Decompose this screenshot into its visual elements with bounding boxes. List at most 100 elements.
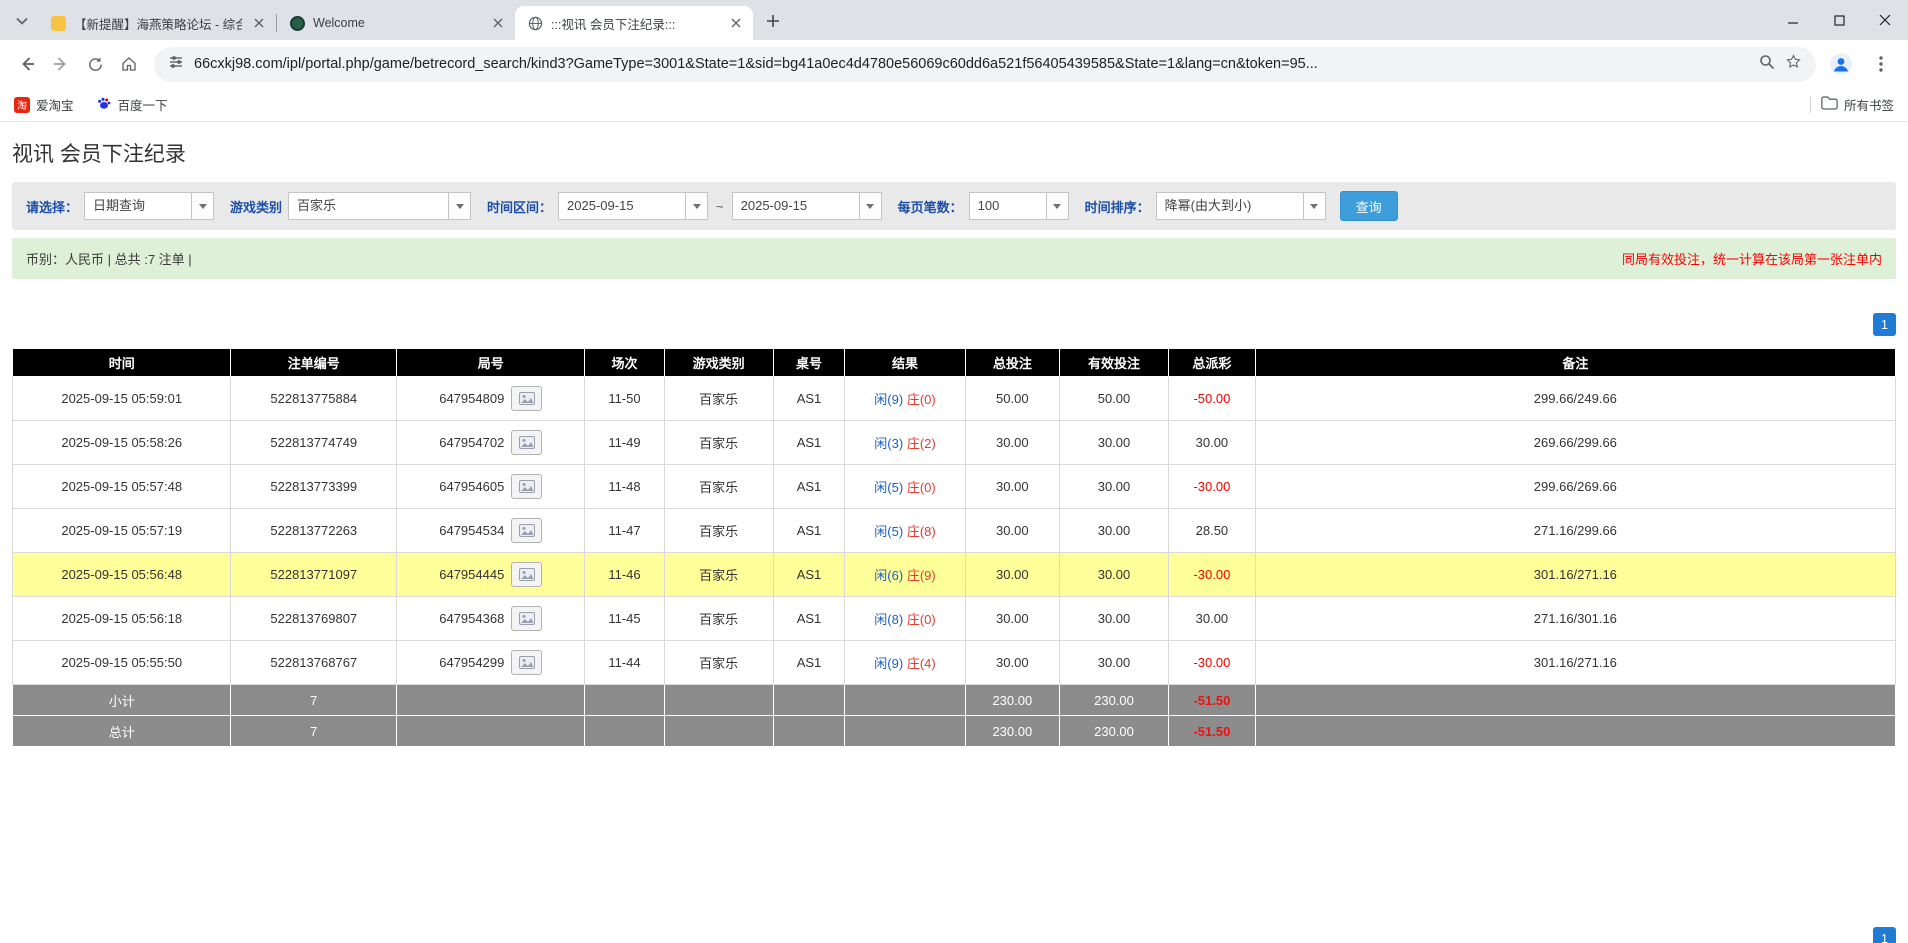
refresh-icon[interactable] (78, 47, 112, 81)
cell-game: 百家乐 (664, 421, 773, 465)
search-button[interactable]: 查询 (1340, 191, 1398, 221)
total-payout: -51.50 (1169, 716, 1256, 747)
combobox-value[interactable]: 日期查询 (85, 193, 191, 219)
minimize-icon[interactable] (1770, 0, 1816, 40)
forward-icon[interactable] (44, 47, 78, 81)
round-number: 647954299 (439, 655, 504, 670)
cell-note: 301.16/271.16 (1255, 641, 1895, 685)
bookmark-taobao[interactable]: 淘 爱淘宝 (14, 95, 74, 114)
per-page-label: 每页笔数： (898, 197, 963, 216)
tab-welcome[interactable]: Welcome (277, 6, 515, 40)
cell-valid-bet: 30.00 (1059, 509, 1168, 553)
page-1-button[interactable]: 1 (1873, 313, 1896, 336)
new-tab-icon[interactable] (759, 7, 787, 35)
close-tab-icon[interactable] (727, 14, 745, 32)
cell-note: 299.66/249.66 (1255, 377, 1895, 421)
cell-table: AS1 (773, 465, 845, 509)
table-row: 2025-09-15 05:56:18 522813769807 6479543… (13, 597, 1896, 641)
maximize-icon[interactable] (1816, 0, 1862, 40)
tab-forum[interactable]: 【新提醒】海燕策略论坛 - 综合 (38, 6, 276, 40)
query-type-combobox[interactable]: 日期查询 (84, 192, 214, 220)
combobox-value[interactable]: 2025-09-15 (733, 193, 859, 219)
chevron-down-icon[interactable] (859, 193, 881, 219)
cell-table: AS1 (773, 377, 845, 421)
close-tab-icon[interactable] (250, 14, 268, 32)
page-content: 视讯 会员下注纪录 请选择： 日期查询 游戏类别 百家乐 时间区间： 2025-… (0, 122, 1908, 943)
bookmark-star-icon[interactable] (1785, 53, 1802, 75)
table-row: 2025-09-15 05:57:48 522813773399 6479546… (13, 465, 1896, 509)
address-bar[interactable]: 66cxkj98.com/ipl/portal.php/game/betreco… (154, 47, 1816, 82)
cell-game: 百家乐 (664, 553, 773, 597)
col-time: 时间 (13, 349, 231, 377)
view-result-image-button[interactable] (511, 562, 542, 587)
view-result-image-button[interactable] (511, 386, 542, 411)
back-icon[interactable] (10, 47, 44, 81)
cell-session: 11-46 (585, 553, 664, 597)
col-game: 游戏类别 (664, 349, 773, 377)
url-text[interactable]: 66cxkj98.com/ipl/portal.php/game/betreco… (194, 56, 1749, 72)
cell-total-bet[interactable]: 50.00 (965, 377, 1059, 421)
all-bookmarks-label: 所有书签 (1844, 95, 1894, 114)
tab-search-icon[interactable] (8, 7, 36, 35)
all-bookmarks-button[interactable]: 所有书签 (1821, 95, 1894, 114)
chevron-down-icon[interactable] (1303, 193, 1325, 219)
combobox-value[interactable]: 100 (970, 193, 1046, 219)
select-type-label: 请选择： (26, 197, 78, 216)
chevron-down-icon[interactable] (685, 193, 707, 219)
round-number: 647954445 (439, 567, 504, 582)
sort-order-combobox[interactable]: 降幂(由大到小) (1156, 192, 1326, 220)
cell-time: 2025-09-15 05:57:48 (13, 465, 231, 509)
view-result-image-button[interactable] (511, 606, 542, 631)
chevron-down-icon[interactable] (191, 193, 213, 219)
cell-total-bet[interactable]: 30.00 (965, 597, 1059, 641)
combobox-value[interactable]: 降幂(由大到小) (1157, 193, 1303, 219)
menu-dots-icon[interactable] (1864, 47, 1898, 81)
game-type-combobox[interactable]: 百家乐 (288, 192, 471, 220)
chevron-down-icon[interactable] (448, 193, 470, 219)
cell-round: 647954702 (397, 421, 585, 465)
cell-bet-id: 522813771097 (231, 553, 397, 597)
combobox-value[interactable]: 2025-09-15 (559, 193, 685, 219)
combobox-value[interactable]: 百家乐 (289, 193, 448, 219)
chevron-down-icon[interactable] (1046, 193, 1068, 219)
cell-total-bet[interactable]: 30.00 (965, 553, 1059, 597)
cell-session: 11-50 (585, 377, 664, 421)
view-result-image-button[interactable] (511, 650, 542, 675)
round-number: 647954368 (439, 611, 504, 626)
view-result-image-button[interactable] (511, 430, 542, 455)
profile-avatar-icon[interactable] (1824, 47, 1858, 81)
result-player: 闲(5) (874, 480, 903, 495)
subtotal-valid-bet: 230.00 (1059, 685, 1168, 716)
empty-cell (585, 716, 664, 747)
cell-round: 647954368 (397, 597, 585, 641)
page-1-button[interactable]: 1 (1873, 927, 1896, 943)
cell-note: 299.66/269.66 (1255, 465, 1895, 509)
table-row: 2025-09-15 05:57:19 522813772263 6479545… (13, 509, 1896, 553)
summary-bar: 币别：人民币 | 总共 :7 注单 | 同局有效投注，统一计算在该局第一张注单内 (12, 238, 1896, 279)
date-from-combobox[interactable]: 2025-09-15 (558, 192, 708, 220)
cell-total-bet[interactable]: 30.00 (965, 641, 1059, 685)
home-icon[interactable] (112, 47, 146, 81)
summary-currency-count: 币别：人民币 | 总共 :7 注单 | (26, 249, 192, 268)
cell-total-bet[interactable]: 30.00 (965, 509, 1059, 553)
view-result-image-button[interactable] (511, 474, 542, 499)
tab-strip: 【新提醒】海燕策略论坛 - 综合 Welcome :::视讯 会员下注纪录::: (0, 0, 1908, 40)
zoom-icon[interactable] (1759, 54, 1775, 75)
date-to-combobox[interactable]: 2025-09-15 (732, 192, 882, 220)
per-page-combobox[interactable]: 100 (969, 192, 1069, 220)
tab-bet-records[interactable]: :::视讯 会员下注纪录::: (515, 6, 753, 40)
close-window-icon[interactable] (1862, 0, 1908, 40)
cell-time: 2025-09-15 05:59:01 (13, 377, 231, 421)
cell-total-bet[interactable]: 30.00 (965, 421, 1059, 465)
cell-round: 647954534 (397, 509, 585, 553)
cell-total-bet[interactable]: 30.00 (965, 465, 1059, 509)
cell-table: AS1 (773, 641, 845, 685)
view-result-image-button[interactable] (511, 518, 542, 543)
window-controls (1770, 0, 1908, 40)
bookmark-baidu[interactable]: 百度一下 (96, 95, 168, 114)
result-player: 闲(8) (874, 612, 903, 627)
site-info-icon[interactable] (168, 54, 184, 75)
close-tab-icon[interactable] (489, 14, 507, 32)
cell-bet-id: 522813774749 (231, 421, 397, 465)
cell-session: 11-49 (585, 421, 664, 465)
